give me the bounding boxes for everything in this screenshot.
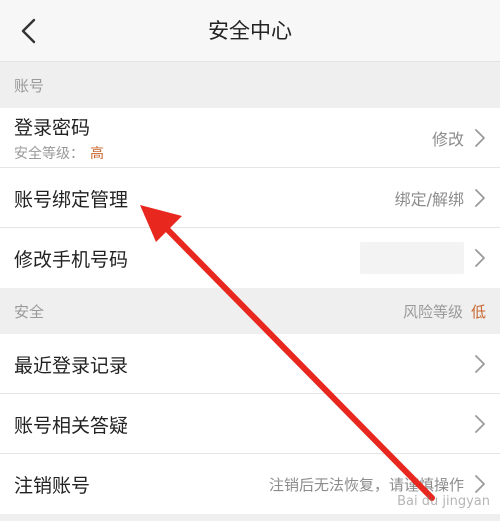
- recent-login-label: 最近登录记录: [14, 354, 129, 377]
- chevron-left-icon: [21, 18, 36, 44]
- login-password-row[interactable]: 登录密码 安全等级： 高 修改: [0, 108, 500, 168]
- change-phone-row[interactable]: 修改手机号码: [0, 228, 500, 288]
- page-title: 安全中心: [208, 19, 292, 43]
- account-faq-label: 账号相关答疑: [14, 414, 129, 437]
- section-header-account: 账号: [0, 62, 500, 108]
- top-bar: 安全中心: [0, 0, 500, 62]
- security-level-text: 安全等级： 高: [14, 143, 104, 163]
- section-title-account: 账号: [14, 76, 45, 95]
- chevron-right-icon: [475, 355, 485, 373]
- security-level-prefix: 安全等级：: [14, 146, 84, 162]
- bind-unbind-link[interactable]: 绑定/解绑: [395, 186, 464, 210]
- risk-level-indicator: 风险等级 低: [403, 301, 486, 322]
- section-header-security: 安全 风险等级 低: [0, 288, 500, 334]
- modify-password-link[interactable]: 修改: [432, 126, 464, 150]
- account-binding-row[interactable]: 账号绑定管理 绑定/解绑: [0, 168, 500, 228]
- security-level-value: 高: [90, 146, 104, 162]
- chevron-right-icon: [475, 189, 485, 207]
- cancel-account-label: 注销账号: [14, 474, 91, 497]
- back-button[interactable]: [10, 13, 46, 49]
- recent-login-row[interactable]: 最近登录记录: [0, 334, 500, 394]
- risk-level-value: 低: [470, 302, 486, 321]
- masked-phone-number: [360, 242, 464, 274]
- chevron-right-icon: [475, 249, 485, 267]
- cancel-account-row[interactable]: 注销账号 注销后无法恢复，请谨慎操作: [0, 454, 500, 514]
- section-title-security: 安全: [14, 302, 45, 321]
- chevron-right-icon: [475, 415, 485, 433]
- chevron-right-icon: [475, 129, 485, 147]
- account-binding-label: 账号绑定管理: [14, 188, 129, 211]
- login-password-label: 登录密码: [14, 117, 91, 139]
- chevron-right-icon: [475, 475, 485, 493]
- change-phone-label: 修改手机号码: [14, 248, 129, 271]
- account-faq-row[interactable]: 账号相关答疑: [0, 394, 500, 454]
- risk-level-label: 风险等级: [402, 302, 463, 321]
- cancel-account-warning: 注销后无法恢复，请谨慎操作: [268, 475, 464, 494]
